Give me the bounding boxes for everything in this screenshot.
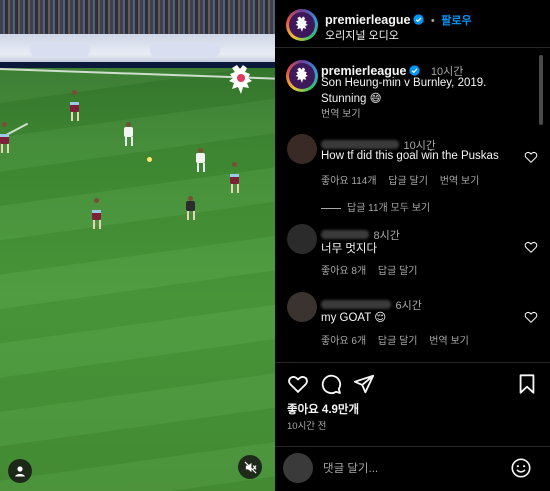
stadium-crowd <box>0 0 275 36</box>
comment-like-heart-icon[interactable] <box>524 150 538 164</box>
view-replies-link[interactable]: 답글 11개 모두 보기 <box>321 199 430 214</box>
smiley-icon[interactable] <box>510 457 532 479</box>
mute-button[interactable] <box>238 455 262 479</box>
commenter-username[interactable] <box>321 230 369 240</box>
premier-league-logo <box>229 65 252 94</box>
player <box>92 198 101 229</box>
view-replies-label: 답글 11개 모두 보기 <box>347 203 431 214</box>
author-avatar[interactable] <box>286 9 318 41</box>
likes-count[interactable]: 좋아요 4.9만개 <box>287 401 359 417</box>
player <box>230 162 239 193</box>
paper-plane-icon[interactable] <box>353 373 375 395</box>
comment-like-heart-icon[interactable] <box>524 310 538 324</box>
video-player[interactable] <box>0 0 275 491</box>
reply-button[interactable]: 답글 달기 <box>388 176 428 187</box>
player <box>124 122 133 146</box>
post-panel: premierleague • 팔로우 오리지널 오디오 premierleag… <box>275 0 550 491</box>
caption-line-1: Son Heung-min v Burnley, 2019. <box>321 77 487 89</box>
comment-text: 너무 멋지다 <box>321 243 378 255</box>
player <box>70 90 79 121</box>
advertising-hoarding <box>0 34 275 68</box>
player <box>186 196 195 220</box>
separator-dot: • <box>430 15 435 27</box>
football <box>147 157 152 162</box>
comment-text: my GOAT 😌 <box>321 312 387 324</box>
reply-button[interactable]: 답글 달기 <box>378 336 418 347</box>
audio-label[interactable]: 오리지널 오디오 <box>325 27 399 43</box>
author-username[interactable]: premierleague <box>325 13 410 27</box>
action-bar <box>275 362 550 395</box>
post-timestamp[interactable]: 10시간 전 <box>287 418 326 432</box>
user-icon <box>15 466 25 477</box>
comment-time: 6시간 <box>395 300 422 312</box>
caption-username[interactable]: premierleague <box>321 64 406 78</box>
comment-likes[interactable]: 좋아요 6개 <box>321 336 366 347</box>
translate-link[interactable]: 번역 보기 <box>429 336 469 347</box>
player <box>0 122 9 153</box>
comment-time: 8시간 <box>373 230 400 242</box>
comment-bubble-icon[interactable] <box>320 373 342 395</box>
reply-button[interactable]: 답글 달기 <box>378 266 418 277</box>
heart-icon[interactable] <box>287 373 309 395</box>
commenter-avatar[interactable] <box>287 224 317 254</box>
translate-link[interactable]: 번역 보기 <box>440 176 480 187</box>
comment-like-heart-icon[interactable] <box>524 240 538 254</box>
follow-button[interactable]: 팔로우 <box>441 15 471 27</box>
user-tag-button[interactable] <box>8 459 32 483</box>
caption-line-2: Stunning 😄 <box>321 93 382 105</box>
comment-input[interactable]: 댓글 달기... <box>323 460 378 476</box>
premier-league-logo <box>295 16 308 32</box>
speaker-muted-icon <box>244 461 257 473</box>
commenter-username[interactable] <box>321 300 391 310</box>
verified-badge-icon <box>409 65 421 76</box>
commenter-avatar[interactable] <box>287 134 317 164</box>
current-user-avatar <box>283 453 313 483</box>
caption-translate-link[interactable]: 번역 보기 <box>321 105 361 120</box>
comment-likes[interactable]: 좋아요 8개 <box>321 266 366 277</box>
commenter-avatar[interactable] <box>287 292 317 322</box>
comment-text: How tf did this goal win the Puskas <box>321 150 499 162</box>
caption-avatar[interactable] <box>286 60 318 92</box>
post-header: premierleague • 팔로우 오리지널 오디오 <box>275 0 550 48</box>
player-son <box>196 148 205 172</box>
scrollbar[interactable] <box>539 55 543 125</box>
commenter-username[interactable] <box>321 140 399 150</box>
verified-badge-icon <box>413 14 425 25</box>
comment-input-bar: 댓글 달기... <box>275 446 550 491</box>
bookmark-icon[interactable] <box>516 373 538 395</box>
premier-league-logo <box>295 67 308 83</box>
comment-likes[interactable]: 좋아요 114개 <box>321 176 377 187</box>
